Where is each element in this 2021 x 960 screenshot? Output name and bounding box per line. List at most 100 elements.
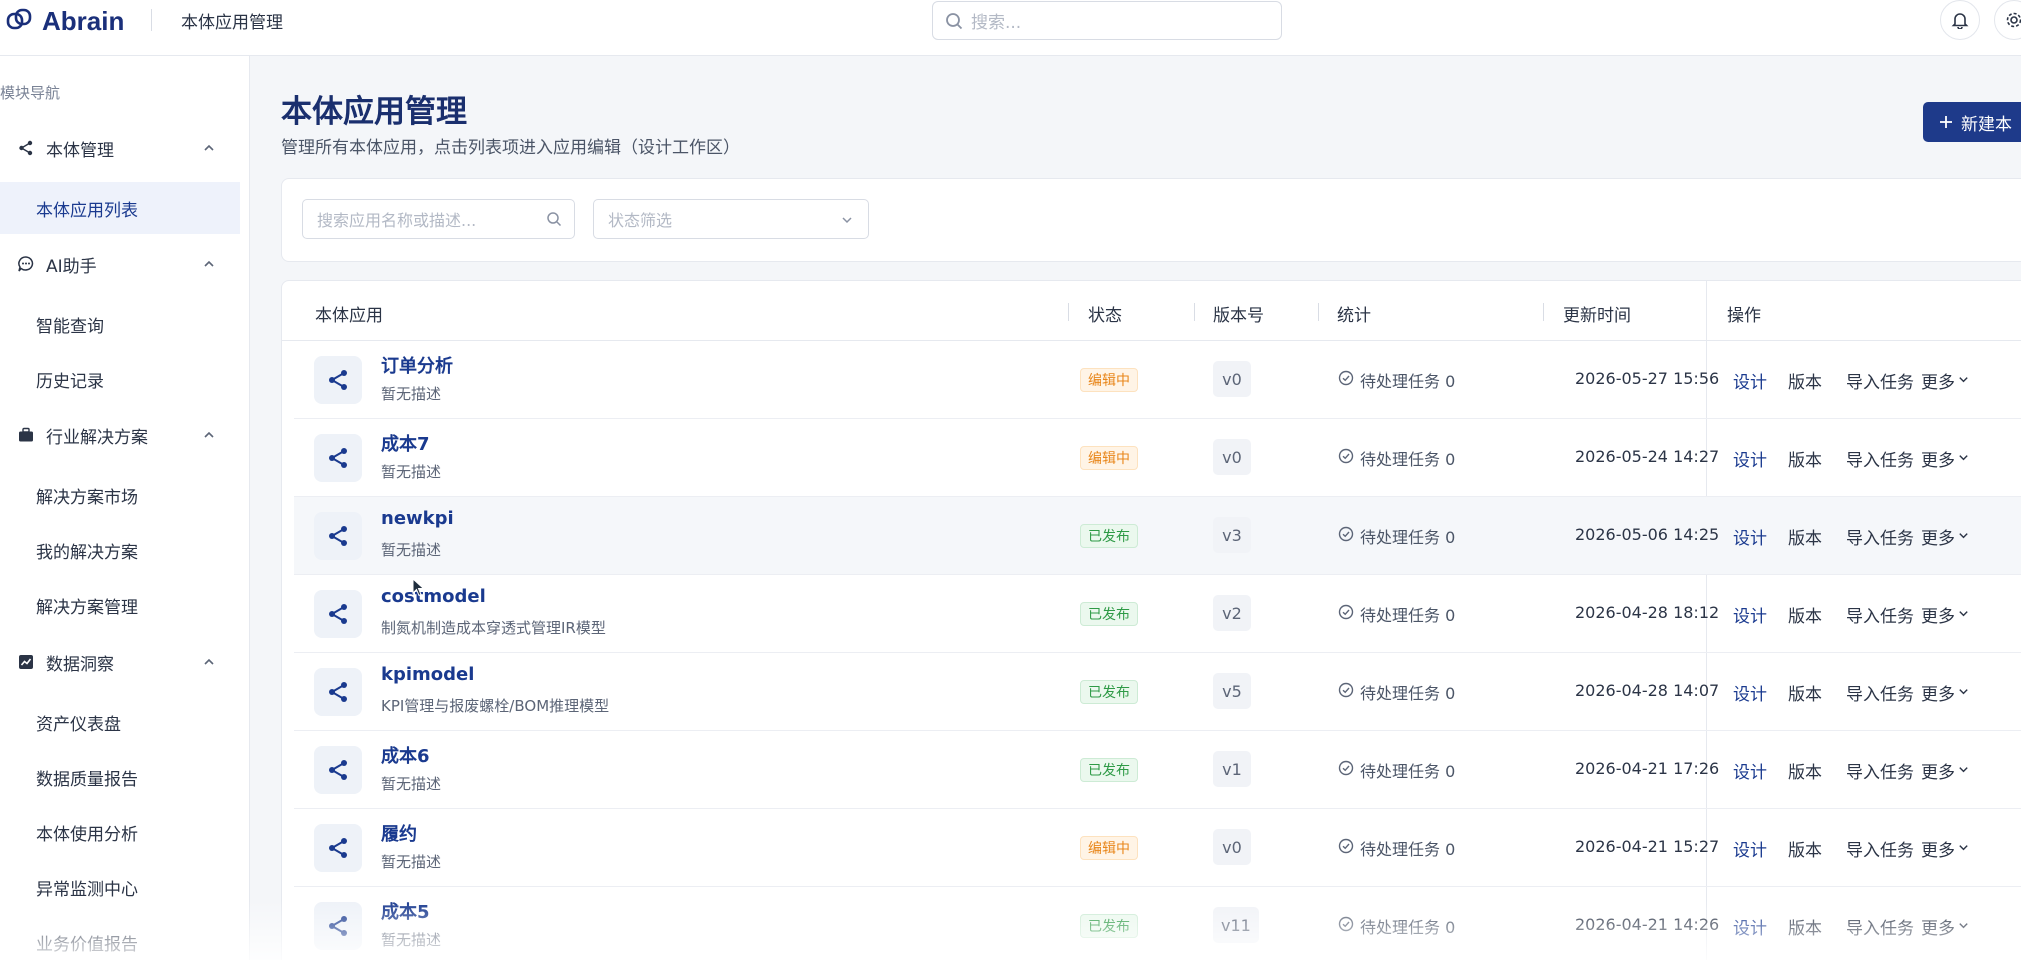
share-icon xyxy=(314,590,362,638)
chevron-up-icon[interactable] xyxy=(202,428,216,442)
design-link[interactable]: 设计 xyxy=(1733,446,1767,471)
status-badge: 已发布 xyxy=(1080,602,1138,626)
app-name[interactable]: kpimodel xyxy=(381,664,474,685)
app-name[interactable]: costmodel xyxy=(381,586,486,607)
pending-tasks-label: 待处理任务 0 xyxy=(1360,606,1456,625)
more-dropdown[interactable]: 更多 xyxy=(1921,914,1970,939)
pending-tasks-stat: 待处理任务 0 xyxy=(1338,680,1455,704)
more-dropdown[interactable]: 更多 xyxy=(1921,368,1970,393)
app-name[interactable]: 履约 xyxy=(381,820,417,846)
version-tag: v3 xyxy=(1213,517,1251,553)
sidebar-item-history[interactable]: 历史记录 xyxy=(0,353,240,405)
version-tag: v0 xyxy=(1213,361,1251,397)
global-search-input[interactable]: 搜索... xyxy=(932,1,1282,40)
design-link[interactable]: 设计 xyxy=(1733,602,1767,627)
nav-group-ai-assistant[interactable]: AI助手 xyxy=(0,238,250,290)
chevron-up-icon[interactable] xyxy=(202,257,216,271)
app-description: 暂无描述 xyxy=(381,931,442,949)
app-search-input[interactable]: 搜索应用名称或描述... xyxy=(302,199,575,239)
check-circle-icon xyxy=(1338,682,1354,702)
sidebar-item-data-quality[interactable]: 数据质量报告 xyxy=(0,751,240,803)
import-task-link[interactable]: 导入任务 xyxy=(1846,680,1914,705)
import-task-link[interactable]: 导入任务 xyxy=(1846,368,1914,393)
import-task-link[interactable]: 导入任务 xyxy=(1846,524,1914,549)
column-header-updated: 更新时间 xyxy=(1563,306,1631,326)
import-task-link[interactable]: 导入任务 xyxy=(1846,758,1914,783)
sidebar-item-usage-analysis[interactable]: 本体使用分析 xyxy=(0,806,240,858)
sidebar-caption: 模块导航 xyxy=(0,84,61,102)
import-task-link[interactable]: 导入任务 xyxy=(1846,836,1914,861)
version-link[interactable]: 版本 xyxy=(1788,836,1822,861)
chevron-down-icon xyxy=(1957,839,1970,859)
version-link[interactable]: 版本 xyxy=(1788,524,1822,549)
sidebar-item-app-list[interactable]: 本体应用列表 xyxy=(0,182,240,234)
status-badge: 已发布 xyxy=(1080,680,1138,704)
version-tag: v11 xyxy=(1213,907,1259,943)
more-dropdown[interactable]: 更多 xyxy=(1921,524,1970,549)
table-row[interactable]: costmodel 制氮机制造成本穿透式管理IR模型 已发布 v2 待处理任务 0 202… xyxy=(294,575,2021,653)
sidebar-item-business-value[interactable]: 业务价值报告 xyxy=(0,916,240,960)
more-dropdown[interactable]: 更多 xyxy=(1921,680,1970,705)
app-name[interactable]: newkpi xyxy=(381,508,454,529)
design-link[interactable]: 设计 xyxy=(1733,524,1767,549)
table-row[interactable]: kpimodel KPI管理与报废螺栓/BOM推理模型 已发布 v5 待处理任务 0 20… xyxy=(294,653,2021,731)
table-row[interactable]: 订单分析 暂无描述 编辑中 v0 待处理任务 0 2026-05-27 15:56 设计 版本… xyxy=(294,341,2021,419)
top-bar: Abrain 本体应用管理 搜索... xyxy=(0,0,2021,56)
table-row[interactable]: newkpi 暂无描述 已发布 v3 待处理任务 0 2026-05-06 14:25 设计… xyxy=(294,497,2021,575)
app-description: KPI管理与报废螺栓/BOM推理模型 xyxy=(381,697,610,715)
more-dropdown[interactable]: 更多 xyxy=(1921,602,1970,627)
version-link[interactable]: 版本 xyxy=(1788,602,1822,627)
more-dropdown[interactable]: 更多 xyxy=(1921,446,1970,471)
sidebar-item-asset-dashboard[interactable]: 资产仪表盘 xyxy=(0,696,240,748)
chevron-up-icon[interactable] xyxy=(202,655,216,669)
app-name[interactable]: 成本7 xyxy=(381,430,430,456)
import-task-link[interactable]: 导入任务 xyxy=(1846,602,1914,627)
nav-group-ontology[interactable]: 本体管理 xyxy=(0,122,250,174)
table-row[interactable]: 成本6 暂无描述 已发布 v1 待处理任务 0 2026-04-21 17:26 设计 版本导… xyxy=(294,731,2021,809)
page-subtitle: 管理所有本体应用，点击列表项进入应用编辑（设计工作区） xyxy=(281,138,740,158)
nav-group-industry-solutions[interactable]: 行业解决方案 xyxy=(0,409,250,461)
settings-button[interactable] xyxy=(1994,0,2021,40)
chevron-down-icon xyxy=(1957,917,1970,937)
version-link[interactable]: 版本 xyxy=(1788,680,1822,705)
design-link[interactable]: 设计 xyxy=(1733,680,1767,705)
table-row[interactable]: 成本5 暂无描述 已发布 v11 待处理任务 0 2026-04-21 14:26 设计 版本… xyxy=(294,887,2021,960)
app-name[interactable]: 成本6 xyxy=(381,742,430,768)
table-header: 本体应用 状态 版本号 统计 更新时间 操作 xyxy=(282,281,2021,341)
chevron-up-icon[interactable] xyxy=(202,141,216,155)
more-dropdown[interactable]: 更多 xyxy=(1921,758,1970,783)
sidebar-item-smart-query[interactable]: 智能查询 xyxy=(0,298,240,350)
sidebar-item-solution-market[interactable]: 解决方案市场 xyxy=(0,469,240,521)
sidebar-item-my-solutions[interactable]: 我的解决方案 xyxy=(0,524,240,576)
updated-time: 2026-04-28 18:12 xyxy=(1575,603,1720,622)
pending-tasks-label: 待处理任务 0 xyxy=(1360,372,1456,391)
new-app-button[interactable]: 新建本 xyxy=(1923,102,2021,142)
sidebar-item-anomaly-center[interactable]: 异常监测中心 xyxy=(0,861,240,913)
plus-icon xyxy=(1940,116,1952,128)
table-row[interactable]: 成本7 暂无描述 编辑中 v0 待处理任务 0 2026-05-24 14:27 设计 版本导… xyxy=(294,419,2021,497)
design-link[interactable]: 设计 xyxy=(1733,368,1767,393)
app-name[interactable]: 成本5 xyxy=(381,898,430,924)
sidebar-item-solution-management[interactable]: 解决方案管理 xyxy=(0,579,240,631)
version-link[interactable]: 版本 xyxy=(1788,368,1822,393)
design-link[interactable]: 设计 xyxy=(1733,914,1767,939)
version-tag: v0 xyxy=(1213,829,1251,865)
design-link[interactable]: 设计 xyxy=(1733,836,1767,861)
more-dropdown[interactable]: 更多 xyxy=(1921,836,1970,861)
chevron-down-icon xyxy=(1957,605,1970,625)
version-link[interactable]: 版本 xyxy=(1788,914,1822,939)
app-logo[interactable]: Abrain xyxy=(6,4,124,38)
version-link[interactable]: 版本 xyxy=(1788,758,1822,783)
app-description: 暂无描述 xyxy=(381,463,442,481)
import-task-link[interactable]: 导入任务 xyxy=(1846,914,1914,939)
table-row[interactable]: 履约 暂无描述 编辑中 v0 待处理任务 0 2026-04-21 15:27 设计 版本 导入… xyxy=(294,809,2021,887)
status-filter-select[interactable]: 状态筛选 xyxy=(593,199,869,239)
notification-button[interactable] xyxy=(1940,0,1980,40)
nav-group-label: 行业解决方案 xyxy=(46,427,148,448)
import-task-link[interactable]: 导入任务 xyxy=(1846,446,1914,471)
version-link[interactable]: 版本 xyxy=(1788,446,1822,471)
status-badge: 编辑中 xyxy=(1080,446,1138,470)
design-link[interactable]: 设计 xyxy=(1733,758,1767,783)
nav-group-data-insights[interactable]: 数据洞察 xyxy=(0,636,250,688)
app-name[interactable]: 订单分析 xyxy=(381,352,453,378)
